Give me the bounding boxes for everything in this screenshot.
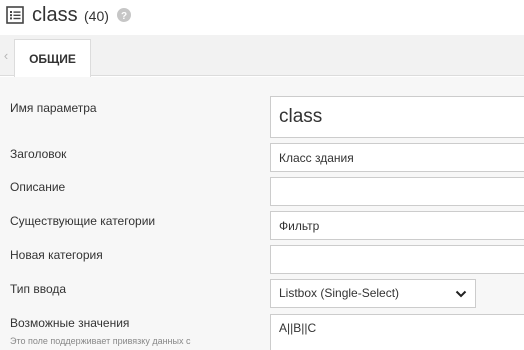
input-type-select[interactable]: Listbox (Single-Select): [270, 279, 476, 308]
tab-general[interactable]: ОБЩИЕ: [14, 39, 91, 77]
chevron-left-icon[interactable]: ‹: [0, 35, 12, 76]
heading-label: Заголовок: [10, 147, 67, 161]
name-input[interactable]: [270, 96, 524, 138]
header: class (40) ?: [0, 0, 524, 35]
new-category-label: Новая категория: [10, 248, 103, 262]
possible-values-hint: Это поле поддерживает привязку данных с: [10, 336, 191, 346]
tab-label: ОБЩИЕ: [29, 51, 76, 66]
description-label: Описание: [10, 180, 66, 194]
parameter-form: Имя параметра Заголовок Описание Существ…: [0, 77, 524, 350]
parameter-editor: class (40) ? ‹ ОБЩИЕ Имя параметра Загол…: [0, 0, 524, 350]
new-category-input[interactable]: [270, 245, 524, 274]
item-count: (40): [84, 8, 109, 24]
page-title: class: [32, 4, 78, 26]
help-icon[interactable]: ?: [117, 8, 131, 22]
heading-input[interactable]: [270, 143, 524, 172]
input-type-value: Listbox (Single-Select): [279, 286, 400, 300]
possible-values-text: A||B||C: [279, 321, 317, 335]
description-input[interactable]: [270, 177, 524, 206]
existing-categories-field[interactable]: [270, 211, 524, 240]
input-type-label: Тип ввода: [10, 282, 67, 296]
name-label: Имя параметра: [10, 101, 97, 115]
svg-text:?: ?: [121, 11, 127, 22]
existing-categories-label: Существующие категории: [10, 214, 156, 228]
possible-values-label: Возможные значения: [10, 316, 130, 330]
tab-strip: ‹ ОБЩИЕ: [0, 35, 524, 77]
possible-values-textarea[interactable]: A||B||C: [270, 314, 524, 350]
list-icon: [6, 6, 24, 24]
chevron-down-icon: [455, 290, 467, 298]
